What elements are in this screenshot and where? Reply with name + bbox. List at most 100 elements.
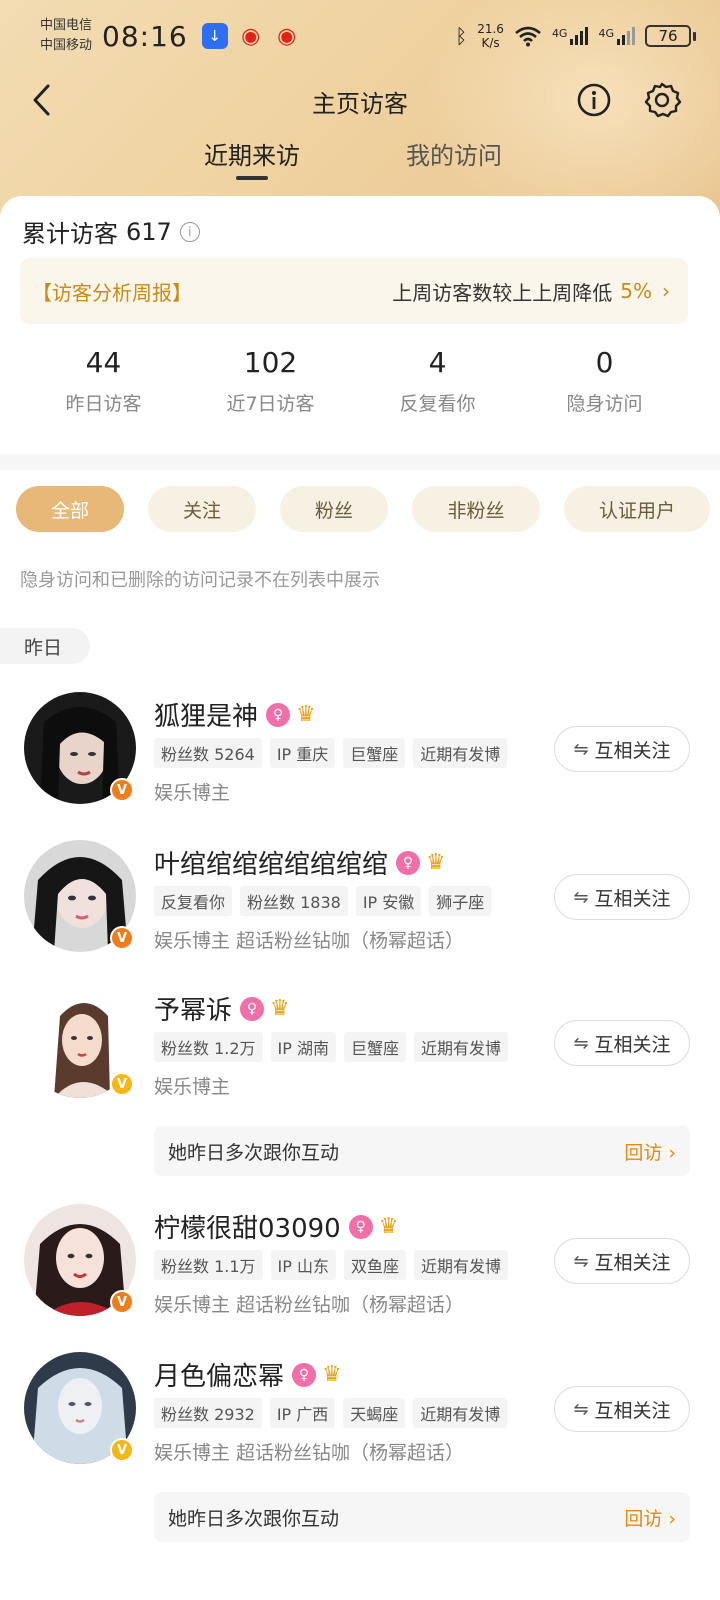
visitor-name-text: 月色偏恋幂 [154,1362,285,1392]
visitor-description: 娱乐博主 [154,782,231,804]
follow-label: 互相关注 [594,739,671,762]
interaction-notice: 她昨日多次跟你互动 回访 › [154,1126,690,1176]
filter-fans[interactable]: 粉丝 [280,486,388,532]
verified-badge-icon: V [110,778,134,802]
settings-button[interactable] [642,80,682,120]
stat-7days[interactable]: 102 近7日访客 [187,346,354,416]
network-type-1: 4G [551,27,568,40]
follow-label: 互相关注 [594,1399,671,1422]
stat-invisible[interactable]: 0 隐身访问 [521,346,688,416]
battery-level: 76 [658,27,678,45]
visitor-name-text: 叶绾绾绾绾绾绾绾绾 [154,850,389,880]
mutual-follow-button[interactable]: ⇋ 互相关注 [554,1020,690,1066]
report-percent: 5% [620,279,652,303]
female-icon: ♀ [266,702,291,727]
visitor-name: 予幂诉 ♀ ♛ [154,990,290,1027]
info-button[interactable] [574,80,614,120]
verified-badge-icon: V [110,1290,134,1314]
visitor-name-text: 柠檬很甜03090 [154,1214,341,1244]
visitor-tag: 巨蟹座 [344,1032,407,1062]
verified-badge-icon: V [110,1438,134,1462]
visitor-tag: IP 安徽 [355,886,422,916]
filter-all[interactable]: 全部 [16,486,124,532]
info-icon[interactable]: i [179,221,200,242]
visitor-tags: 粉丝数 5264 IP 重庆 巨蟹座 近期有发博 [154,738,508,768]
visitor-tag: 近期有发博 [413,1398,508,1428]
female-icon: ♀ [292,1362,317,1387]
system-icons: ᛒ 21.6 K/s 4G 4G 76 [455,22,696,50]
revisit-link[interactable]: 回访 › [624,1504,676,1531]
bluetooth-icon: ᛒ [455,24,468,48]
stat-label: 近7日访客 [226,393,315,415]
crown-icon: ♛ [378,1214,399,1239]
battery-icon: 76 [645,25,696,47]
stat-value: 102 [243,346,298,379]
female-icon: ♀ [396,850,421,875]
female-icon: ♀ [240,996,265,1021]
mutual-follow-button[interactable]: ⇋ 互相关注 [554,874,690,920]
app-notification-icon: ↓ [201,23,228,49]
follow-label: 互相关注 [594,1033,671,1056]
mutual-follow-button[interactable]: ⇋ 互相关注 [554,1386,690,1432]
visitor-name: 月色偏恋幂 ♀ ♛ [154,1356,342,1393]
weibo-notification-icon: ◉ [241,23,261,49]
stat-repeat[interactable]: 4 反复看你 [354,346,521,416]
mutual-arrows-icon: ⇋ [573,886,589,908]
visitor-description: 娱乐博主 超话粉丝钻咖（杨幂超话） [154,1294,465,1316]
tab-recent-visits[interactable]: 近期来访 [204,136,300,171]
report-tag: 【访客分析周报】 [32,280,192,305]
follow-label: 互相关注 [594,1251,671,1274]
privacy-hint: 隐身访问和已删除的访问记录不在列表中展示 [20,570,380,591]
verified-badge-icon: V [110,926,134,950]
visitor-tag: 粉丝数 1838 [240,886,348,916]
visitor-description: 娱乐博主 超话粉丝钻咖（杨幂超话） [154,930,465,952]
visitor-tags: 粉丝数 1.2万 IP 湖南 巨蟹座 近期有发博 [154,1032,509,1062]
network-speed: 21.6 K/s [477,22,504,50]
verified-badge-icon: V [110,1072,134,1096]
carrier-1: 中国电信 [40,18,93,33]
mutual-follow-button[interactable]: ⇋ 互相关注 [554,726,690,772]
mutual-follow-button[interactable]: ⇋ 互相关注 [554,1238,690,1284]
gear-icon [644,82,682,118]
visitor-tag: IP 湖南 [270,1032,337,1062]
visitor-name-text: 狐狸是神 [154,702,259,732]
nav-bar: 主页访客 [0,72,720,128]
stat-value: 44 [85,346,122,379]
visitor-name: 狐狸是神 ♀ ♛ [154,696,316,733]
interaction-text: 她昨日多次跟你互动 [168,1507,340,1530]
visitor-tag: 粉丝数 1.2万 [154,1032,263,1062]
mutual-arrows-icon: ⇋ [573,1250,589,1272]
crown-icon: ♛ [322,1362,342,1387]
date-group-label: 昨日 [0,628,90,664]
weekly-report-banner[interactable]: 【访客分析周报】 上周访客数较上上周降低 5% › [20,258,688,324]
tab-my-visits[interactable]: 我的访问 [406,136,502,171]
stat-value: 4 [428,346,447,379]
visitor-tag: 狮子座 [429,886,492,916]
stat-label: 隐身访问 [566,393,643,415]
visitor-name: 柠檬很甜03090 ♀ ♛ [154,1208,398,1245]
signal-icon-1: 4G [552,27,589,45]
stat-yesterday[interactable]: 44 昨日访客 [20,346,187,416]
summary-card: 累计访客 617 i 【访客分析周报】 上周访客数较上上周降低 5% › 44 … [0,196,720,456]
wifi-icon [515,26,541,47]
stat-label: 昨日访客 [65,393,142,415]
interaction-text: 她昨日多次跟你互动 [168,1141,340,1164]
speed-unit: K/s [481,36,500,50]
visitor-name-text: 予幂诉 [154,996,233,1026]
crown-icon: ♛ [426,850,446,875]
clock: 08:16 [102,19,188,53]
filter-following[interactable]: 关注 [148,486,256,532]
visitor-tags: 粉丝数 1.1万 IP 山东 双鱼座 近期有发博 [154,1250,509,1280]
visitor-tag: 近期有发博 [413,738,508,768]
visitor-tag: 近期有发博 [414,1250,509,1280]
visitor-tag: IP 广西 [269,1398,336,1428]
filter-verified[interactable]: 认证用户 [564,486,710,532]
weibo-notification-icon: ◉ [277,23,297,49]
carrier-info: 中国电信 中国移动 [40,16,92,56]
status-bar: 中国电信 中国移动 08:16 ↓ ◉ ◉ ᛒ 21.6 K/s 4G 4G 7… [0,0,720,72]
visitor-tags: 粉丝数 2932 IP 广西 天蝎座 近期有发博 [154,1398,508,1428]
total-visitors-value: 617 [126,217,172,246]
revisit-link[interactable]: 回访 › [624,1138,676,1165]
filter-non-fans[interactable]: 非粉丝 [412,486,540,532]
visitor-description: 娱乐博主 超话粉丝钻咖（杨幂超话） [154,1442,465,1464]
